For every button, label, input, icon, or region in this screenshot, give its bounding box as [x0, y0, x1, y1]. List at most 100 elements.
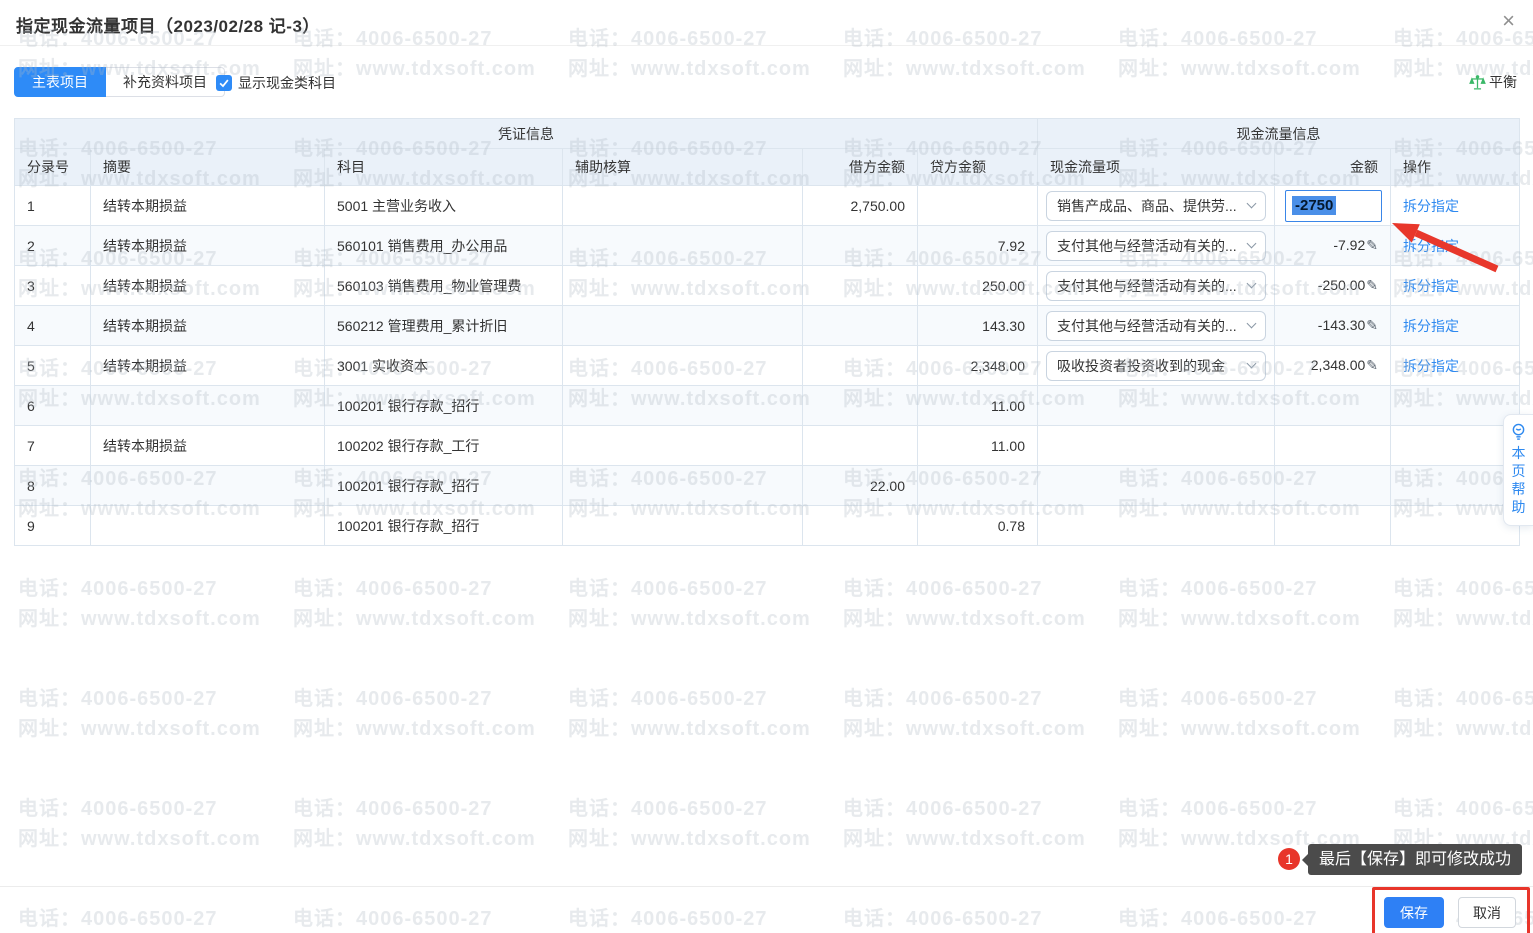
footer-divider	[0, 886, 1533, 887]
debit-amount-cell	[803, 386, 918, 426]
flow-item-select[interactable]: 支付其他与经营活动有关的...	[1046, 271, 1266, 301]
flow-item-value: 支付其他与经营活动有关的...	[1057, 236, 1237, 256]
split-assign-link[interactable]: 拆分指定	[1403, 278, 1459, 294]
watermark-text: 网址：www.tdxsoft.com	[18, 712, 261, 741]
column-header: 操作	[1391, 149, 1520, 186]
flow-item-cell: 销售产成品、商品、提供劳...	[1038, 186, 1275, 226]
split-assign-link[interactable]: 拆分指定	[1403, 198, 1459, 214]
flow-amount-value: 2,348.00	[1311, 357, 1366, 373]
entry-no-cell: 5	[15, 346, 91, 386]
help-button[interactable]: 本页帮助	[1503, 414, 1533, 526]
credit-amount-cell: 7.92	[918, 226, 1038, 266]
entry-row: 8100201 银行存款_招行22.00	[15, 466, 1520, 506]
summary-cell: 结转本期损益	[91, 266, 325, 306]
entry-row: 6 100201 银行存款_招行 11.00	[15, 386, 1520, 426]
group-header-voucher: 凭证信息	[15, 119, 1038, 149]
aux-accounting-cell	[563, 226, 803, 266]
edit-pencil-icon[interactable]: ✎	[1366, 277, 1378, 293]
watermark-text: 电话：4006-6500-27	[843, 792, 1043, 821]
balance-indicator: 平衡	[1469, 72, 1517, 92]
watermark-text: 电话：4006-6500-27	[18, 792, 218, 821]
credit-amount-cell: 11.00	[918, 386, 1038, 426]
summary-cell	[91, 506, 325, 546]
summary-cell: 结转本期损益	[91, 426, 325, 466]
checkbox-label: 显示现金类科目	[238, 73, 336, 93]
watermark-text: 电话：4006-6500-27	[843, 572, 1043, 601]
flow-item-value: 销售产成品、商品、提供劳...	[1057, 196, 1237, 216]
amount-input-selected-text: -2750	[1292, 196, 1336, 215]
tab-main-items[interactable]: 主表项目	[14, 67, 106, 97]
chevron-down-icon	[1247, 199, 1257, 209]
checkbox-checked-icon[interactable]	[216, 75, 232, 91]
show-cash-accounts-checkbox[interactable]: 显示现金类科目	[216, 73, 336, 93]
watermark-text: 电话：4006-6500-27	[18, 572, 218, 601]
summary-cell: 结转本期损益	[91, 186, 325, 226]
action-cell: 拆分指定	[1391, 226, 1520, 266]
summary-cell: 结转本期损益	[91, 306, 325, 346]
tooltip: 最后【保存】即可修改成功	[1308, 844, 1522, 875]
watermark-text: 电话：4006-6500-27	[568, 902, 768, 931]
account-cell: 560212 管理费用_累计折旧	[325, 306, 563, 346]
watermark-text: 网址：www.tdxsoft.com	[18, 822, 261, 851]
account-cell: 560103 销售费用_物业管理费	[325, 266, 563, 306]
flow-item-select[interactable]: 支付其他与经营活动有关的...	[1046, 231, 1266, 261]
watermark-text: 网址：www.tdxsoft.com	[293, 822, 536, 851]
account-cell: 100201 银行存款_招行	[325, 386, 563, 426]
debit-amount-cell	[803, 266, 918, 306]
debit-amount-cell	[803, 506, 918, 546]
watermark-text: 网址：www.tdxsoft.com	[1118, 602, 1361, 631]
flow-item-cell	[1038, 506, 1275, 546]
watermark-text: 网址：www.tdxsoft.com	[293, 602, 536, 631]
watermark-text: 电话：4006-6500-27	[843, 682, 1043, 711]
close-icon[interactable]: ×	[1502, 9, 1515, 33]
entry-row: 2结转本期损益560101 销售费用_办公用品7.92支付其他与经营活动有关的.…	[15, 226, 1520, 266]
edit-pencil-icon[interactable]: ✎	[1366, 357, 1378, 373]
account-cell: 3001 实收资本	[325, 346, 563, 386]
credit-amount-cell: 143.30	[918, 306, 1038, 346]
watermark-text: 网址：www.tdxsoft.com	[568, 712, 811, 741]
flow-item-select[interactable]: 吸收投资者投资收到的现金	[1046, 351, 1266, 381]
lightbulb-icon	[1509, 422, 1528, 441]
column-header: 借方金额	[803, 149, 918, 186]
cancel-button[interactable]: 取消	[1458, 897, 1516, 928]
edit-pencil-icon[interactable]: ✎	[1366, 237, 1378, 253]
watermark-text: 网址：www.tdxsoft.com	[568, 602, 811, 631]
tab-supplementary-items[interactable]: 补充资料项目	[106, 67, 225, 97]
entry-no-cell: 7	[15, 426, 91, 466]
watermark-text: 网址：www.tdxsoft.com	[1393, 712, 1533, 741]
watermark-text: 网址：www.tdxsoft.com	[843, 602, 1086, 631]
entry-no-cell: 6	[15, 386, 91, 426]
watermark-text: 网址：www.tdxsoft.com	[18, 602, 261, 631]
aux-accounting-cell	[563, 386, 803, 426]
entry-row: 9100201 银行存款_招行0.78	[15, 506, 1520, 546]
flow-item-value: 支付其他与经营活动有关的...	[1057, 316, 1237, 336]
debit-amount-cell	[803, 426, 918, 466]
flow-amount-cell: -7.92✎	[1275, 226, 1391, 266]
flow-item-select[interactable]: 支付其他与经营活动有关的...	[1046, 311, 1266, 341]
flow-amount-value: -7.92	[1333, 237, 1365, 253]
save-button[interactable]: 保存	[1384, 897, 1444, 928]
split-assign-link[interactable]: 拆分指定	[1403, 318, 1459, 334]
column-header: 辅助核算	[563, 149, 803, 186]
split-assign-link[interactable]: 拆分指定	[1403, 238, 1459, 254]
entry-no-cell: 2	[15, 226, 91, 266]
dialog-title: 指定现金流量项目（2023/02/28 记-3）	[16, 12, 320, 37]
edit-pencil-icon[interactable]: ✎	[1366, 317, 1378, 333]
account-cell: 100202 银行存款_工行	[325, 426, 563, 466]
flow-amount-cell	[1275, 466, 1391, 506]
watermark-text: 网址：www.tdxsoft.com	[1393, 602, 1533, 631]
aux-accounting-cell	[563, 506, 803, 546]
amount-input[interactable]: -2750	[1285, 190, 1382, 222]
flow-amount-cell	[1275, 506, 1391, 546]
flow-item-value: 支付其他与经营活动有关的...	[1057, 276, 1237, 296]
debit-amount-cell: 2,750.00	[803, 186, 918, 226]
flow-item-cell	[1038, 426, 1275, 466]
flow-item-select[interactable]: 销售产成品、商品、提供劳...	[1046, 191, 1266, 221]
flow-item-cell	[1038, 386, 1275, 426]
watermark-text: 电话：4006-6500-27	[18, 682, 218, 711]
watermark-text: 电话：4006-6500-27	[1393, 572, 1533, 601]
split-assign-link[interactable]: 拆分指定	[1403, 358, 1459, 374]
aux-accounting-cell	[563, 266, 803, 306]
action-cell	[1391, 426, 1520, 466]
flow-amount-cell: 2,348.00✎	[1275, 346, 1391, 386]
